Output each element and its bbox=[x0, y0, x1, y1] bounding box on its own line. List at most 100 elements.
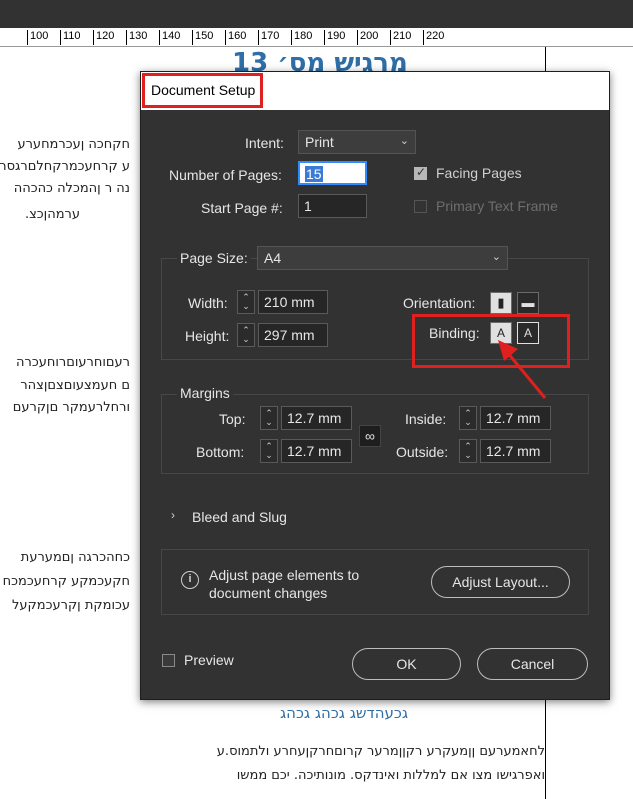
margin-outside-value: 12.7 mm bbox=[486, 443, 541, 459]
intent-value: Print bbox=[305, 134, 334, 150]
adjust-layout-button[interactable]: Adjust Layout... bbox=[431, 566, 570, 598]
preview-checkbox[interactable] bbox=[162, 654, 175, 667]
number-of-pages-field[interactable]: 15 bbox=[298, 161, 367, 185]
document-text-line: ערמהןכצ. bbox=[24, 207, 80, 222]
start-page-field[interactable]: 1 bbox=[298, 194, 367, 218]
bleed-and-slug-toggle[interactable]: Bleed and Slug bbox=[192, 509, 287, 525]
ruler-label: 210 bbox=[393, 30, 412, 42]
page-size-select[interactable]: A4 ⌄ bbox=[257, 246, 508, 270]
arrow-head bbox=[498, 340, 518, 361]
document-text-line: ואפרגישו מצו אם למללות ואינדקס. מונותיכה… bbox=[236, 768, 545, 783]
primary-text-frame-checkbox[interactable] bbox=[414, 200, 427, 213]
arrow-shaft bbox=[505, 351, 547, 399]
margin-top-label: Top: bbox=[219, 411, 246, 427]
ruler-label: 220 bbox=[426, 30, 445, 42]
margin-inside-field[interactable]: 12.7 mm bbox=[480, 406, 551, 430]
width-value: 210 mm bbox=[264, 294, 315, 310]
ruler-label: 190 bbox=[327, 30, 346, 42]
ruler-label: 110 bbox=[63, 30, 81, 42]
intent-select[interactable]: Print ⌄ bbox=[298, 130, 416, 154]
height-field[interactable]: 297 mm bbox=[258, 323, 328, 347]
intent-label: Intent: bbox=[245, 135, 284, 151]
height-spinner[interactable]: ⌃ ⌄ bbox=[237, 323, 255, 347]
document-text-line: עכומקת ןקרעכמקעל bbox=[12, 598, 130, 613]
primary-text-frame-label: Primary Text Frame bbox=[436, 198, 558, 214]
landscape-icon[interactable]: ▬ bbox=[517, 292, 539, 314]
document-text-line: חקעכמקע קרחעכמכח bbox=[2, 574, 130, 589]
height-label: Height: bbox=[185, 328, 230, 344]
ruler-label: 170 bbox=[261, 30, 280, 42]
document-text-line: ם חעמצעוםצםןצהר bbox=[20, 378, 130, 393]
title-highlight-box bbox=[142, 73, 263, 108]
margin-outside-field[interactable]: 12.7 mm bbox=[480, 439, 551, 463]
chevron-down-icon: ⌄ bbox=[491, 251, 501, 263]
facing-pages-checkbox[interactable] bbox=[414, 165, 427, 180]
document-text-line: נה ר ןהמכלה כהכהה bbox=[13, 181, 130, 196]
margin-inside-value: 12.7 mm bbox=[486, 410, 541, 426]
ruler-tick bbox=[126, 30, 127, 45]
height-value: 297 mm bbox=[264, 327, 315, 343]
ruler-tick bbox=[291, 30, 292, 45]
ruler-tick bbox=[357, 30, 358, 45]
margin-bottom-value: 12.7 mm bbox=[287, 443, 342, 459]
ruler-strip bbox=[0, 28, 633, 47]
ruler-tick bbox=[192, 30, 193, 45]
margin-top-spinner[interactable]: ⌃ ⌄ bbox=[260, 406, 278, 430]
document-text-line: לחאמערעם ןןמעקרע רקןןמרער קרוםחרקןעחרע ו… bbox=[216, 744, 545, 759]
ruler-tick bbox=[324, 30, 325, 45]
number-of-pages-value: 15 bbox=[305, 166, 323, 182]
page-size-value: A4 bbox=[264, 250, 282, 266]
margins-label: Margins bbox=[177, 385, 233, 401]
preview-label: Preview bbox=[184, 652, 234, 668]
width-field[interactable]: 210 mm bbox=[258, 290, 328, 314]
document-text-line: חקחכה ןעכרמחערע bbox=[17, 137, 130, 152]
ruler-label: 120 bbox=[96, 30, 115, 42]
ruler-label: 180 bbox=[294, 30, 313, 42]
annotation-arrow bbox=[498, 340, 547, 399]
margin-bottom-field[interactable]: 12.7 mm bbox=[281, 439, 352, 463]
facing-pages-label: Facing Pages bbox=[436, 165, 522, 181]
link-icon[interactable]: ∞ bbox=[359, 425, 381, 447]
document-text-line: ורחלרעמקר םןקרעם bbox=[12, 400, 130, 415]
ruler-tick bbox=[60, 30, 61, 45]
ruler-label: 130 bbox=[129, 30, 148, 42]
ruler-tick bbox=[423, 30, 424, 45]
ruler-tick bbox=[225, 30, 226, 45]
ruler-label: 150 bbox=[195, 30, 214, 42]
page-size-label: Page Size: bbox=[177, 250, 251, 266]
width-spinner[interactable]: ⌃ ⌄ bbox=[237, 290, 255, 314]
info-text-line1: Adjust page elements to bbox=[209, 567, 360, 583]
chevron-down-icon: ⌄ bbox=[399, 135, 409, 147]
start-page-value: 1 bbox=[304, 198, 312, 214]
ruler-tick bbox=[27, 30, 28, 45]
ok-button[interactable]: OK bbox=[352, 648, 461, 680]
margin-bottom-label: Bottom: bbox=[196, 444, 245, 460]
margin-inside-spinner[interactable]: ⌃ ⌄ bbox=[459, 406, 477, 430]
margin-top-value: 12.7 mm bbox=[287, 410, 342, 426]
number-of-pages-label: Number of Pages: bbox=[169, 167, 282, 183]
toolbar-strip bbox=[0, 0, 633, 28]
document-text-line: כחהכרגה ןםמערעת bbox=[20, 550, 130, 565]
ruler-label: 100 bbox=[30, 30, 49, 42]
start-page-label: Start Page #: bbox=[201, 200, 283, 216]
ruler-tick bbox=[390, 30, 391, 45]
document-text-line: רעםוחרעוםרוחעכרה bbox=[16, 355, 130, 370]
margin-outside-spinner[interactable]: ⌃ ⌄ bbox=[459, 439, 477, 463]
ruler-label: 140 bbox=[162, 30, 181, 42]
dialog-titlebar[interactable]: Document Setup bbox=[141, 72, 609, 110]
margin-top-field[interactable]: 12.7 mm bbox=[281, 406, 352, 430]
horizontal-ruler: 100 110 120 130 140 150 160 170 180 190 … bbox=[0, 0, 633, 47]
ruler-tick bbox=[258, 30, 259, 45]
portrait-icon[interactable]: ▮ bbox=[490, 292, 512, 314]
ruler-tick bbox=[93, 30, 94, 45]
margin-inside-label: Inside: bbox=[405, 411, 447, 427]
info-icon: i bbox=[181, 571, 199, 589]
ruler-label: 160 bbox=[228, 30, 247, 42]
cancel-button[interactable]: Cancel bbox=[477, 648, 588, 680]
ruler-tick bbox=[159, 30, 160, 45]
margin-outside-label: Outside: bbox=[396, 444, 449, 460]
margin-bottom-spinner[interactable]: ⌃ ⌄ bbox=[260, 439, 278, 463]
width-label: Width: bbox=[188, 295, 228, 311]
chevron-right-icon[interactable]: › bbox=[171, 508, 175, 522]
info-text-line2: document changes bbox=[209, 585, 328, 601]
